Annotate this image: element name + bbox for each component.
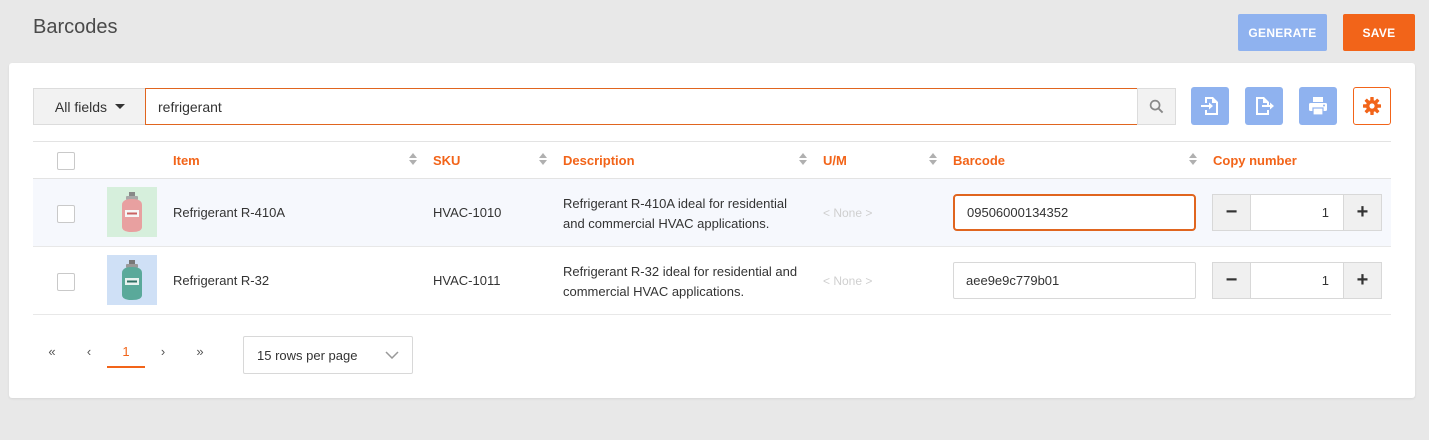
page-title: Barcodes — [33, 16, 118, 38]
column-header-item[interactable]: Item — [173, 142, 200, 179]
page-number-button[interactable]: 1 — [107, 336, 145, 368]
column-header-description[interactable]: Description — [563, 142, 635, 179]
column-header-sku[interactable]: SKU — [433, 142, 460, 179]
item-name: Refrigerant R-32 — [173, 273, 270, 288]
import-icon — [1201, 97, 1218, 115]
print-icon — [1309, 97, 1327, 116]
table-row[interactable]: Refrigerant R-32 HVAC-1011 Refrigerant R… — [33, 247, 1391, 315]
search-button[interactable] — [1137, 88, 1176, 125]
description: Refrigerant R-410A ideal for residential… — [563, 194, 787, 234]
unit-of-measure: < None > — [823, 206, 873, 220]
table-header: Item SKU Description U/M Barcode Copy nu… — [33, 141, 1391, 179]
description-line: commercial HVAC applications. — [563, 284, 745, 299]
import-button[interactable] — [1191, 87, 1229, 125]
previous-page-button[interactable]: ‹ — [70, 336, 108, 368]
description: Refrigerant R-32 ideal for residential a… — [563, 262, 797, 302]
table-row[interactable]: Refrigerant R-410A HVAC-1010 Refrigerant… — [33, 179, 1391, 247]
product-thumbnail — [107, 187, 157, 237]
select-all-checkbox[interactable] — [57, 152, 75, 170]
row-checkbox[interactable] — [57, 273, 75, 291]
copy-number-stepper: − 1 + — [1212, 194, 1382, 231]
increment-button[interactable]: + — [1343, 195, 1381, 230]
gear-icon — [1363, 97, 1381, 115]
refrigerant-tank-icon — [122, 192, 142, 232]
sort-icon[interactable] — [929, 153, 937, 167]
chevron-down-icon — [385, 351, 399, 359]
sku: HVAC-1011 — [433, 273, 501, 288]
save-button[interactable]: SAVE — [1343, 14, 1415, 51]
description-line: Refrigerant R-410A ideal for residential — [563, 196, 788, 211]
copy-number-stepper: − 1 + — [1212, 262, 1382, 299]
decrement-button[interactable]: − — [1213, 263, 1251, 298]
item-name: Refrigerant R-410A — [173, 205, 285, 220]
row-checkbox[interactable] — [57, 205, 75, 223]
field-filter-label: All fields — [54, 98, 108, 115]
export-button[interactable] — [1245, 87, 1283, 125]
sort-icon[interactable] — [539, 153, 547, 167]
sort-icon[interactable] — [799, 153, 807, 167]
next-page-button[interactable]: › — [144, 336, 182, 368]
print-button[interactable] — [1299, 87, 1337, 125]
copy-number-value[interactable]: 1 — [1251, 263, 1343, 298]
description-line: Refrigerant R-32 ideal for residential a… — [563, 264, 798, 279]
caret-down-icon — [115, 104, 126, 109]
unit-of-measure: < None > — [823, 274, 873, 288]
copy-number-value[interactable]: 1 — [1251, 195, 1343, 230]
description-line: and commercial HVAC applications. — [563, 216, 770, 231]
generate-button[interactable]: GENERATE — [1238, 14, 1327, 51]
column-header-um[interactable]: U/M — [823, 142, 847, 179]
column-header-barcode[interactable]: Barcode — [953, 142, 1005, 179]
rows-per-page-select[interactable]: 15 rows per page — [243, 336, 413, 374]
refrigerant-tank-icon — [122, 260, 142, 300]
last-page-button[interactable]: » — [181, 336, 219, 368]
increment-button[interactable]: + — [1343, 263, 1381, 298]
sort-icon[interactable] — [1189, 153, 1197, 167]
sku: HVAC-1010 — [433, 205, 502, 220]
barcodes-panel: All fields It — [9, 63, 1415, 398]
first-page-button[interactable]: « — [33, 336, 71, 368]
decrement-button[interactable]: − — [1213, 195, 1251, 230]
product-thumbnail — [107, 255, 157, 305]
barcode-input[interactable] — [953, 262, 1196, 299]
search-input[interactable] — [145, 88, 1138, 125]
sort-icon[interactable] — [409, 153, 417, 167]
barcode-input[interactable] — [953, 194, 1196, 231]
column-header-copy-number[interactable]: Copy number — [1213, 142, 1297, 179]
search-icon — [1149, 99, 1164, 114]
export-icon — [1256, 97, 1274, 115]
rows-per-page-label: 15 rows per page — [257, 347, 358, 363]
settings-button[interactable] — [1353, 87, 1391, 125]
field-filter-dropdown[interactable]: All fields — [33, 88, 146, 125]
